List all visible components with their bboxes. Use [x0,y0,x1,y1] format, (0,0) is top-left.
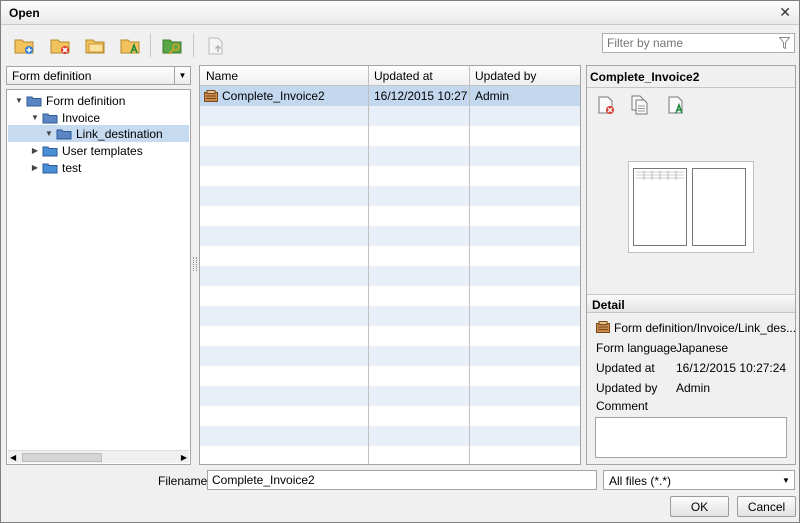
pane-splitter[interactable] [193,257,197,271]
folder-icon [41,145,59,157]
column-header-updated-by[interactable]: Updated by [475,69,536,83]
folder-type-value: Form definition [12,69,92,83]
file-list-grid: Complete_Invoice2 16/12/2015 10:27:24 Ad… [199,65,581,465]
open-folder-icon[interactable] [82,33,108,57]
copy-form-icon[interactable] [629,95,651,115]
chevron-down-icon[interactable]: ▼ [778,471,794,489]
window-title: Open [9,6,40,20]
filter-input[interactable] [603,34,773,52]
folder-type-dropdown[interactable]: Form definition ▼ [6,66,191,85]
grid-header: Name Updated at Updated by [200,66,580,86]
folder-icon [25,95,43,107]
form-file-icon [204,90,218,105]
chevron-down-icon[interactable]: ▼ [174,67,190,84]
delete-folder-icon[interactable] [47,33,73,57]
column-header-name[interactable]: Name [206,69,238,83]
collapse-arrow-icon[interactable]: ▶ [29,146,41,155]
form-file-icon [596,321,610,336]
detail-label: Comment [596,399,649,413]
folder-permission-icon[interactable] [159,33,185,57]
form-thumbnail [628,161,754,253]
detail-value-updated-by: Admin [676,381,711,395]
tree-item-test[interactable]: ▶ test [29,159,84,176]
expand-arrow-icon[interactable]: ▼ [43,129,55,138]
detail-header: Detail [587,295,795,313]
detail-value-form-language: Japanese [676,341,729,355]
folder-tree: ▼ Form definition ▼ Invoice ▼ Link_desti… [6,89,191,465]
cancel-button[interactable]: Cancel [737,496,796,517]
detail-value-updated-at: 16/12/2015 10:27:24 [676,361,787,375]
tree-item-label: User templates [62,143,143,158]
rename-folder-icon[interactable] [117,33,143,57]
page-thumbnail [633,168,687,246]
column-header-updated-at[interactable]: Updated at [374,69,433,83]
filter-icon[interactable] [778,37,791,52]
comment-field[interactable] [595,417,787,458]
close-icon[interactable]: ✕ [779,4,791,21]
scroll-right-icon[interactable]: ▶ [181,453,187,462]
tree-item-label: test [62,160,82,175]
scroll-thumb[interactable] [22,453,102,462]
filename-input[interactable]: Complete_Invoice2 [207,470,597,490]
tree-item-user-templates[interactable]: ▶ User templates [29,142,146,159]
tree-item-label: Invoice [62,110,101,125]
tree-item-label: Link_destination [76,126,163,141]
expand-arrow-icon[interactable]: ▼ [29,113,41,122]
filename-label: Filename [158,474,208,488]
detail-label: Updated at [596,361,655,375]
preview-title: Complete_Invoice2 [590,70,700,84]
folder-icon [41,112,59,124]
table-row[interactable]: Complete_Invoice2 16/12/2015 10:27:24 Ad… [200,86,580,106]
scroll-left-icon[interactable]: ◀ [10,453,16,462]
filter-box [602,33,795,53]
file-type-dropdown[interactable]: All files (*.*) ▼ [603,470,795,490]
cell-updated-by: Admin [475,89,510,103]
detail-panel: Detail Form definition/Invoice/Link_des.… [587,294,797,464]
tree-item-label: Form definition [46,93,126,108]
folder-icon [55,128,73,140]
preview-pane: Complete_Invoice2 Detail Form definition… [586,65,796,465]
cell-updated-at: 16/12/2015 10:27:24 [374,89,468,103]
file-type-value: All files (*.*) [609,474,672,488]
cell-name: Complete_Invoice2 [222,89,325,103]
delete-form-icon[interactable] [595,95,617,115]
ok-button[interactable]: OK [670,496,729,517]
title-bar: Open ✕ [1,1,799,25]
detail-path: Form definition/Invoice/Link_des... [614,321,797,335]
rename-form-icon[interactable] [665,95,687,115]
collapse-arrow-icon[interactable]: ▶ [29,163,41,172]
tree-item-link-destination[interactable]: ▼ Link_destination [43,125,166,142]
tree-item-invoice[interactable]: ▼ Invoice [29,109,103,126]
tree-horizontal-scrollbar[interactable]: ◀ ▶ [8,450,189,463]
tree-item-form-definition[interactable]: ▼ Form definition [13,92,128,109]
new-folder-icon[interactable] [11,33,37,57]
move-up-icon[interactable] [202,33,228,57]
folder-icon [41,162,59,174]
detail-label: Updated by [596,381,658,395]
open-dialog: Open ✕ Form definition ▼ [0,0,800,523]
expand-arrow-icon[interactable]: ▼ [13,96,25,105]
detail-label: Form language [596,341,677,355]
page-thumbnail [692,168,746,246]
